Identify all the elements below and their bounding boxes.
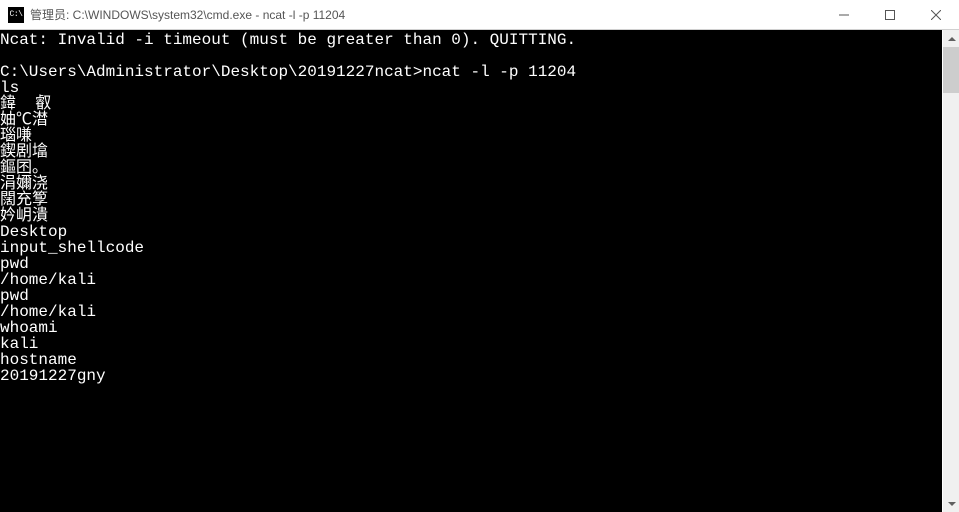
terminal-output[interactable]: Ncat: Invalid -i timeout (must be greate… <box>0 30 942 512</box>
close-button[interactable] <box>913 0 959 29</box>
terminal-area: Ncat: Invalid -i timeout (must be greate… <box>0 30 959 512</box>
scrollbar-track[interactable] <box>943 47 959 495</box>
maximize-button[interactable] <box>867 0 913 29</box>
vertical-scrollbar[interactable] <box>942 30 959 512</box>
window-titlebar: C:\ 管理员: C:\WINDOWS\system32\cmd.exe - n… <box>0 0 959 30</box>
scrollbar-thumb[interactable] <box>943 47 959 93</box>
window-controls <box>821 0 959 29</box>
minimize-icon <box>839 10 849 20</box>
cmd-icon: C:\ <box>8 7 24 23</box>
window-title: 管理员: C:\WINDOWS\system32\cmd.exe - ncat … <box>30 6 821 23</box>
triangle-up-icon <box>948 37 956 41</box>
scrollbar-up-arrow[interactable] <box>943 30 959 47</box>
minimize-button[interactable] <box>821 0 867 29</box>
close-icon <box>931 10 941 20</box>
triangle-down-icon <box>948 502 956 506</box>
scrollbar-down-arrow[interactable] <box>943 495 959 512</box>
maximize-icon <box>885 10 895 20</box>
